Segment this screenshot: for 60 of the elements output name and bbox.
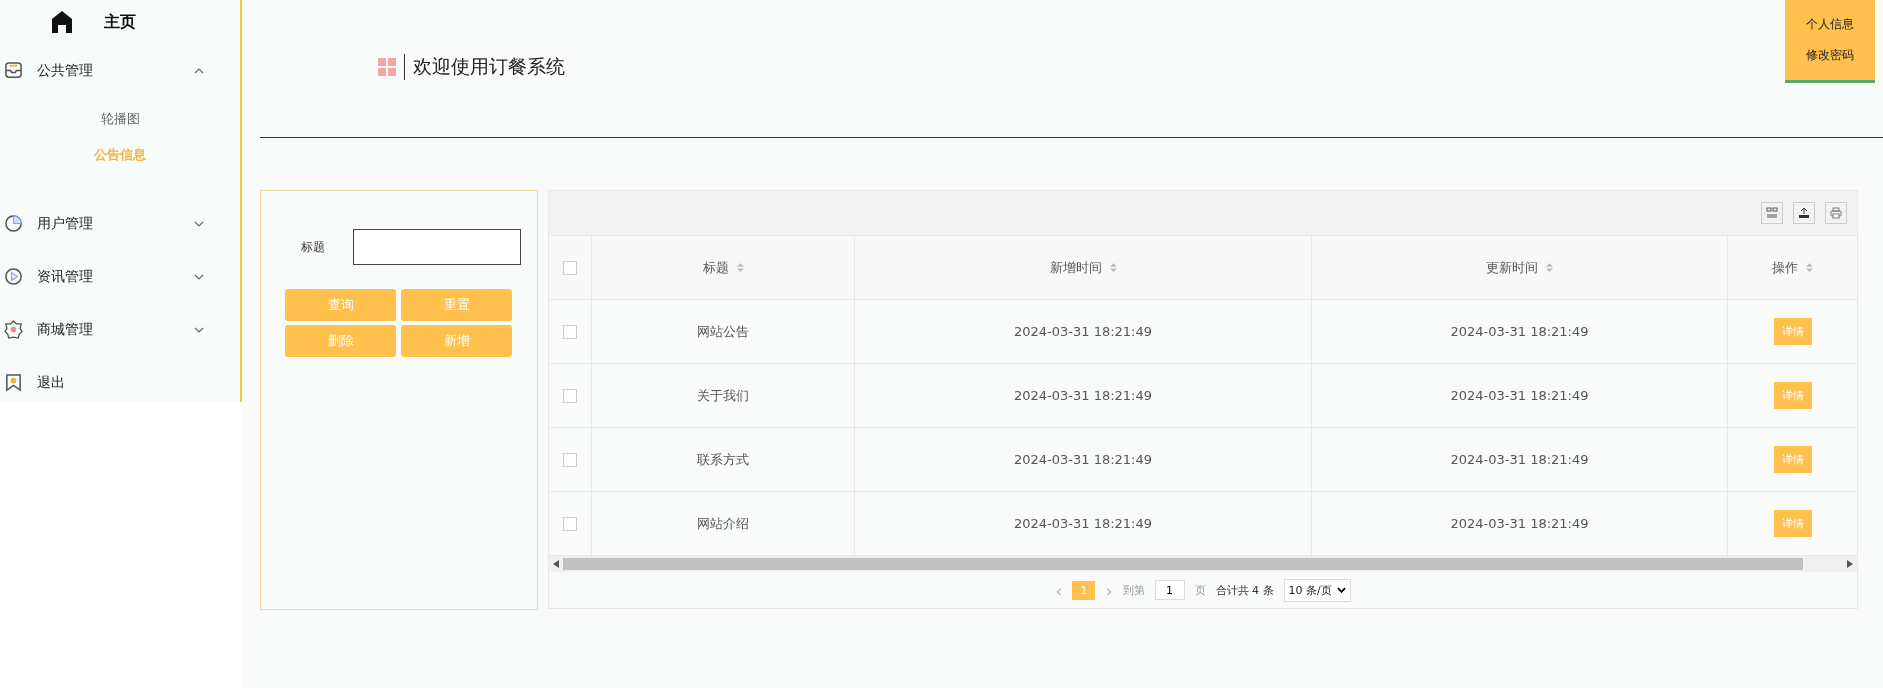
columns-icon[interactable]	[1761, 202, 1783, 224]
scroll-right-icon[interactable]	[1847, 560, 1853, 568]
menu-item[interactable]: 退出	[0, 356, 240, 409]
user-menu-item[interactable]: 修改密码	[1785, 40, 1875, 80]
row-checkbox[interactable]	[563, 388, 577, 403]
title-input-field[interactable]	[353, 229, 521, 265]
play-circle-icon	[4, 267, 23, 286]
badge-icon	[4, 320, 23, 339]
column-header[interactable]: 操作	[1728, 236, 1857, 299]
menu-item[interactable]: 用户管理	[0, 197, 240, 250]
tray-icon	[4, 61, 23, 80]
sort-icon[interactable]	[1109, 263, 1117, 272]
sort-icon[interactable]	[736, 263, 744, 272]
column-header[interactable]: 更新时间	[1312, 236, 1728, 299]
goto-label: 到第	[1122, 582, 1145, 598]
row-checkbox[interactable]	[563, 516, 577, 531]
table-cell: 2024-03-31 18:21:49	[1312, 364, 1728, 427]
chevron-icon	[194, 220, 204, 227]
chevron-icon	[194, 326, 204, 333]
print-icon[interactable]	[1825, 202, 1847, 224]
scroll-left-icon[interactable]	[553, 560, 559, 568]
sort-icon[interactable]	[1806, 263, 1813, 272]
select-all-checkbox[interactable]	[563, 260, 577, 275]
chevron-icon	[194, 273, 204, 280]
pie-chart-icon	[4, 214, 23, 233]
chevron-down-icon	[1336, 587, 1346, 593]
row-checkbox[interactable]	[563, 324, 577, 339]
table-cell: 2024-03-31 18:21:49	[1312, 492, 1728, 555]
home-link[interactable]: 主页	[104, 11, 136, 33]
row-checkbox[interactable]	[563, 452, 577, 467]
grid-icon	[378, 58, 396, 76]
page-suffix: 页	[1194, 582, 1206, 598]
total-count: 合计共 4 条	[1215, 582, 1274, 598]
table-cell: 2024-03-31 18:21:49	[855, 364, 1312, 427]
field-label: 标题	[301, 238, 325, 256]
column-header[interactable]: 新增时间	[855, 236, 1312, 299]
table-cell: 2024-03-31 18:21:49	[855, 492, 1312, 555]
bookmark-icon	[4, 373, 23, 392]
table-cell: 网站介绍	[592, 492, 855, 555]
menu-item[interactable]: 商城管理	[0, 303, 240, 356]
table-cell: 2024-03-31 18:21:49	[1312, 428, 1728, 491]
submenu-item[interactable]: 轮播图	[0, 101, 240, 137]
table-cell: 联系方式	[592, 428, 855, 491]
user-menu-item[interactable]: 个人信息	[1785, 0, 1875, 40]
table-cell: 2024-03-31 18:21:49	[855, 300, 1312, 363]
page-input-field[interactable]: 1	[1154, 580, 1185, 600]
table-cell: 网站公告	[592, 300, 855, 363]
horizontal-scrollbar[interactable]	[549, 556, 1857, 572]
menu-item[interactable]: 资讯管理	[0, 250, 240, 303]
table-cell: 2024-03-31 18:21:49	[1312, 300, 1728, 363]
page-size-select[interactable]: 10 条/页	[1283, 578, 1351, 602]
sort-icon[interactable]	[1546, 263, 1553, 272]
table-cell: 2024-03-31 18:21:49	[855, 428, 1312, 491]
column-header[interactable]: 标题	[592, 236, 855, 299]
chevron-icon	[194, 67, 204, 74]
menu-item[interactable]: 公共管理	[0, 44, 240, 97]
export-icon[interactable]	[1793, 202, 1815, 224]
page-title: 欢迎使用订餐系统	[413, 54, 565, 79]
table-cell: 关于我们	[592, 364, 855, 427]
home-icon[interactable]	[52, 11, 72, 33]
